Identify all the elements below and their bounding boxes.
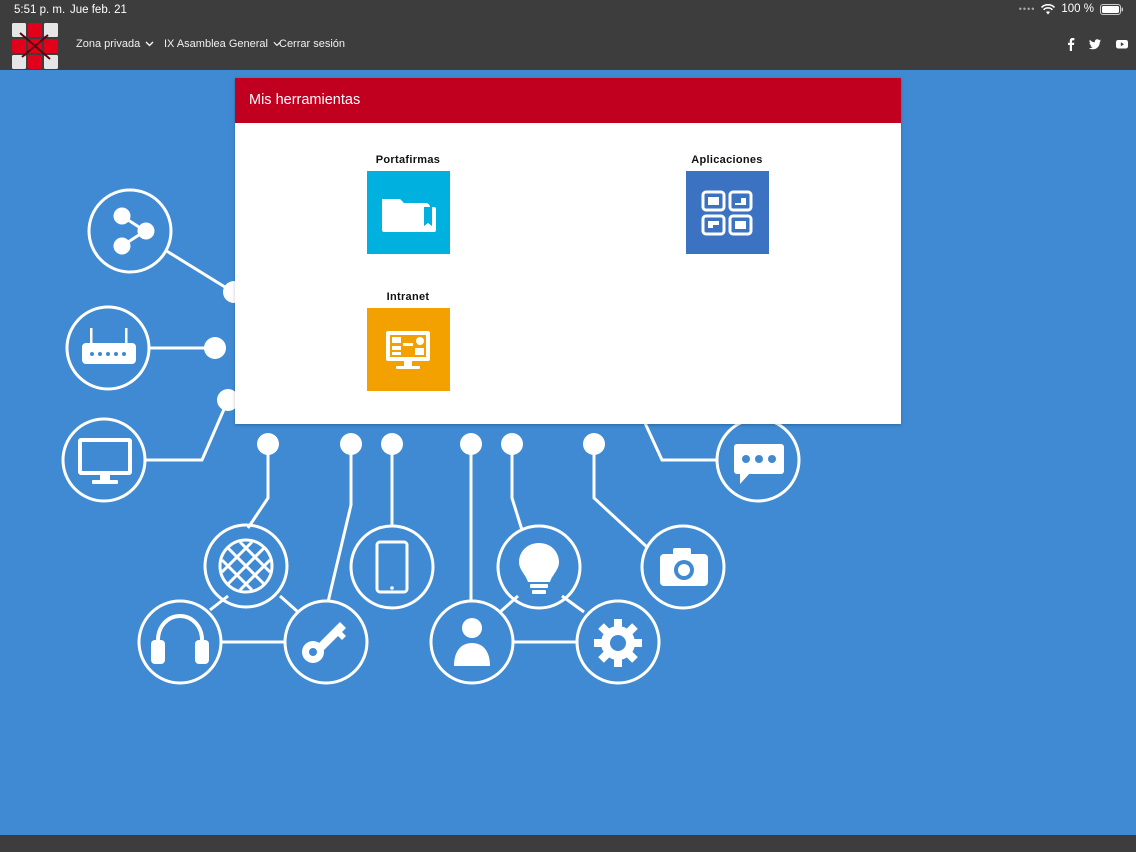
tool-tile[interactable]	[685, 171, 769, 254]
chevron-down-icon	[145, 41, 154, 47]
organization-logo[interactable]	[12, 23, 58, 69]
twitter-icon[interactable]	[1088, 37, 1102, 51]
status-bar: 5:51 p. m. Jue feb. 21 •••• 100 %	[0, 0, 1136, 20]
status-time: 5:51 p. m.	[14, 4, 66, 16]
tool-label: Intranet	[386, 291, 430, 303]
apps-grid-icon	[701, 190, 753, 235]
youtube-icon[interactable]	[1115, 37, 1129, 51]
tool-label: Aplicaciones	[691, 154, 763, 166]
status-date: Jue feb. 21	[70, 4, 127, 16]
top-navbar: Zona privada IX Asamblea General Cerrar …	[0, 20, 1136, 70]
tool-tile[interactable]	[366, 171, 450, 254]
tool-intranet[interactable]: Intranet	[348, 291, 468, 391]
nav-zona-privada[interactable]: Zona privada	[76, 38, 154, 50]
status-right: •••• 100 %	[1019, 3, 1124, 15]
signal-dots-icon: ••••	[1018, 4, 1036, 14]
nav-item-label: Zona privada	[76, 38, 141, 50]
tools-panel: Mis herramientas Portafirmas Aplicacione…	[235, 78, 901, 424]
panel-title: Mis herramientas	[249, 92, 361, 108]
wifi-icon	[1041, 3, 1056, 14]
bottom-bar	[0, 835, 1136, 852]
nav-asamblea-general[interactable]: IX Asamblea General	[164, 38, 281, 50]
nav-item-label: Cerrar sesión	[279, 38, 346, 50]
panel-header: Mis herramientas	[235, 78, 901, 123]
monitor-dashboard-icon	[386, 330, 430, 369]
battery-icon	[1100, 3, 1123, 15]
folder-icon	[382, 198, 436, 232]
tool-portafirmas[interactable]: Portafirmas	[348, 154, 468, 254]
tool-label: Portafirmas	[375, 154, 441, 166]
nav-cerrar-sesion[interactable]: Cerrar sesión	[279, 38, 345, 50]
tool-tile[interactable]	[366, 308, 450, 391]
facebook-icon[interactable]	[1064, 37, 1078, 51]
nav-item-label: IX Asamblea General	[164, 38, 268, 50]
battery-percent: 100 %	[1061, 3, 1094, 15]
tool-aplicaciones[interactable]: Aplicaciones	[667, 154, 787, 254]
